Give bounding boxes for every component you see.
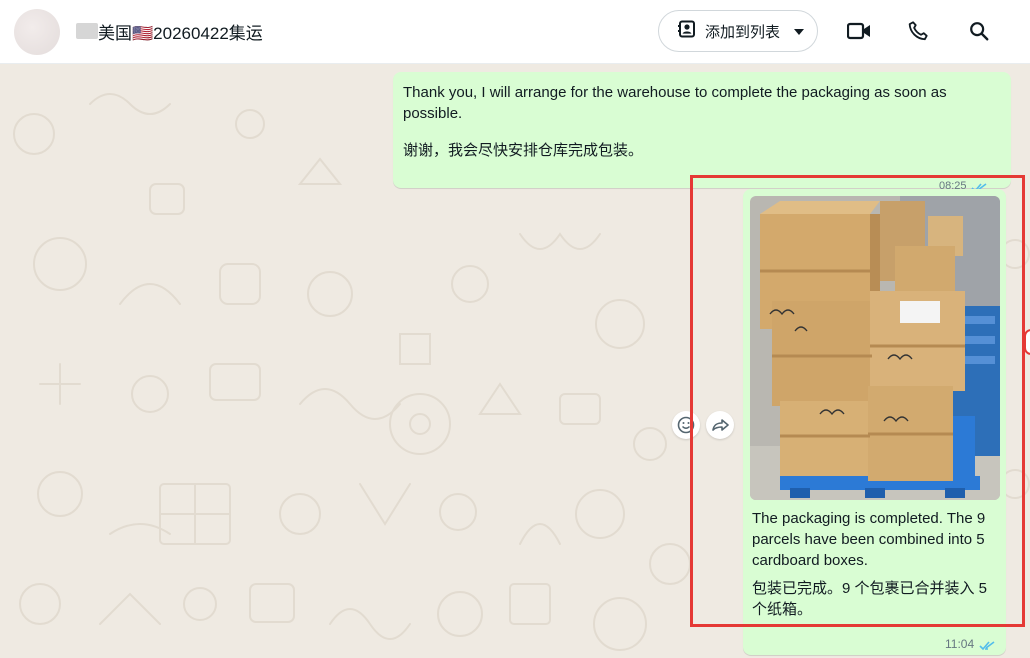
message-text-zh: 谢谢，我会尽快安排仓库完成包装。 [403, 142, 644, 159]
chat-title[interactable]: 美国🇺🇸20260422集运 [98, 19, 263, 44]
chat-header: 美国🇺🇸20260422集运 添加到列表 [0, 0, 1030, 64]
add-to-list-label: 添加到列表 [705, 23, 781, 41]
search-icon[interactable] [966, 18, 992, 44]
phone-icon[interactable] [905, 18, 931, 44]
avatar[interactable] [14, 9, 60, 55]
message-text-en: Thank you, I will arrange for the wareho… [403, 84, 947, 122]
add-to-list-button[interactable]: 添加到列表 [658, 10, 818, 52]
chat-area[interactable]: Thank you, I will arrange for the wareho… [0, 64, 1030, 658]
message-time: 11:04 [945, 637, 975, 651]
highlight-annotation [690, 175, 1025, 627]
read-ticks-icon [979, 638, 995, 656]
redacted-name [76, 23, 98, 39]
chevron-down-icon [794, 22, 805, 40]
contact-card-icon [677, 19, 697, 44]
scroll-indicator [1024, 329, 1030, 355]
outgoing-message[interactable]: Thank you, I will arrange for the wareho… [393, 72, 1011, 193]
video-call-icon[interactable] [846, 18, 872, 44]
